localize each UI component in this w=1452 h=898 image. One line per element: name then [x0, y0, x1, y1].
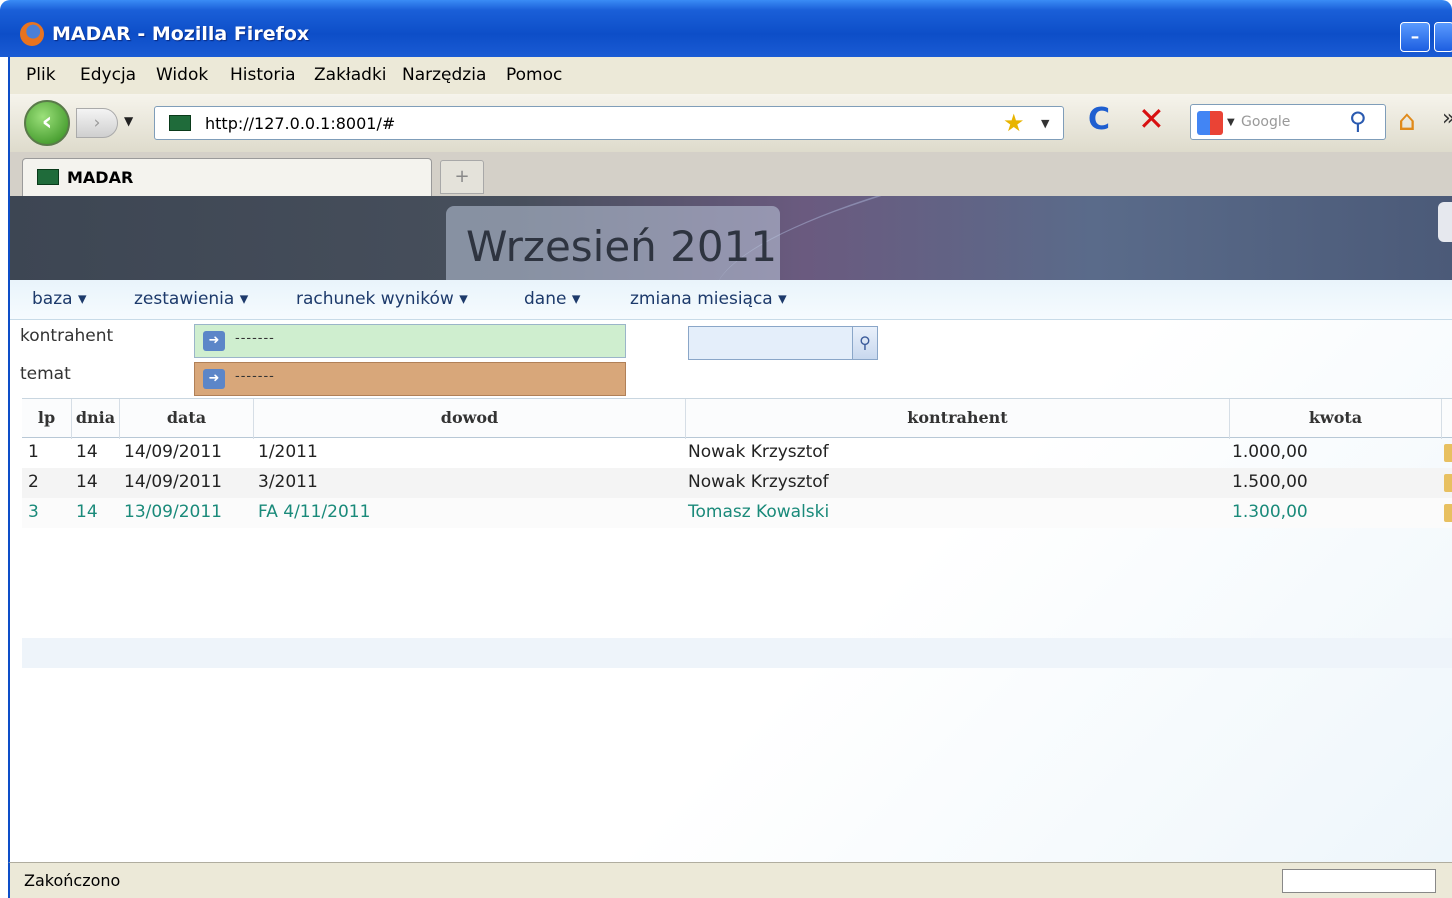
temat-label: temat: [20, 364, 71, 384]
cell-dowod: 1/2011: [258, 442, 318, 462]
new-tab-button[interactable]: +: [440, 160, 484, 194]
header-kontrahent[interactable]: kontrahent: [686, 399, 1230, 439]
temat-combo-value: -------: [235, 369, 275, 384]
bookmark-star-icon[interactable]: ★: [1003, 109, 1025, 137]
kontrahent-combo-value: -------: [235, 331, 275, 346]
menu-widok[interactable]: Widok: [156, 65, 208, 85]
firefox-icon: [20, 22, 44, 46]
app-menu-dane[interactable]: dane ▾: [524, 289, 580, 309]
menu-edycja[interactable]: Edycja: [80, 65, 136, 85]
banner-decoration: [700, 196, 1452, 280]
header-dnia[interactable]: dnia: [72, 399, 120, 439]
data-grid: lp dnia data dowod kontrahent kwota 1 14…: [22, 398, 1452, 862]
cell-lp: 3: [28, 502, 39, 522]
search-engine-dropdown-icon[interactable]: ▼: [1227, 117, 1235, 128]
forward-button[interactable]: ›: [76, 108, 118, 138]
window-title: MADAR - Mozilla Firefox: [52, 23, 310, 45]
row-edit-icon[interactable]: [1444, 504, 1452, 522]
search-input[interactable]: [688, 326, 854, 360]
combo-arrow-icon[interactable]: ➜: [203, 331, 225, 351]
status-bar: Zakończono: [8, 862, 1452, 898]
window-titlebar: MADAR - Mozilla Firefox –: [0, 0, 1452, 57]
history-dropdown-icon[interactable]: ▼: [124, 114, 133, 128]
back-button[interactable]: ‹: [24, 100, 70, 146]
kontrahent-combo[interactable]: ➜ -------: [194, 324, 626, 358]
cell-kwota: 1.500,00: [1232, 472, 1308, 492]
cell-dowod: 3/2011: [258, 472, 318, 492]
reload-icon[interactable]: C: [1088, 102, 1110, 137]
more-tools-icon[interactable]: »: [1442, 106, 1452, 131]
header-dowod[interactable]: dowod: [254, 399, 686, 439]
grid-empty-stripe: [22, 638, 1452, 668]
tab-label[interactable]: MADAR: [67, 168, 133, 187]
search-magnifier-icon[interactable]: ⚲: [1349, 107, 1367, 135]
banner-corner-tab: [1438, 202, 1452, 242]
grid-header: lp dnia data dowod kontrahent kwota: [22, 398, 1452, 439]
search-button-icon[interactable]: ⚲: [852, 326, 878, 360]
cell-data: 14/09/2011: [124, 472, 222, 492]
temat-combo[interactable]: ➜ -------: [194, 362, 626, 396]
minimize-button[interactable]: –: [1400, 22, 1430, 52]
url-text[interactable]: http://127.0.0.1:8001/#: [205, 114, 395, 133]
cell-data: 14/09/2011: [124, 442, 222, 462]
navigation-toolbar: ‹ › ▼ http://127.0.0.1:8001/# ★ ▼ C ✕ ▼ …: [8, 94, 1452, 152]
menu-narzedzia[interactable]: Narzędzia: [402, 65, 486, 85]
cell-dnia: 14: [76, 442, 98, 462]
cell-lp: 1: [28, 442, 39, 462]
tab-strip: MADAR +: [8, 152, 1452, 196]
menu-plik[interactable]: Plik: [26, 65, 56, 85]
search-engine-box[interactable]: ▼ Google ⚲: [1190, 104, 1386, 140]
table-row[interactable]: 1 14 14/09/2011 1/2011 Nowak Krzysztof 1…: [22, 438, 1452, 468]
row-edit-icon[interactable]: [1444, 474, 1452, 492]
cell-kontrahent: Tomasz Kowalski: [688, 502, 830, 522]
app-menu-baza[interactable]: baza ▾: [32, 289, 87, 309]
combo-arrow-icon[interactable]: ➜: [203, 369, 225, 389]
cell-data: 13/09/2011: [124, 502, 222, 522]
cell-kwota: 1.300,00: [1232, 502, 1308, 522]
header-data[interactable]: data: [120, 399, 254, 439]
cell-dowod: FA 4/11/2011: [258, 502, 371, 522]
cell-dnia: 14: [76, 502, 98, 522]
app-menu-rachunek-wynikow[interactable]: rachunek wyników ▾: [296, 289, 468, 309]
home-icon[interactable]: ⌂: [1398, 104, 1416, 137]
row-edit-icon[interactable]: [1444, 444, 1452, 462]
menu-historia[interactable]: Historia: [230, 65, 296, 85]
menu-pomoc[interactable]: Pomoc: [506, 65, 562, 85]
url-dropdown-icon[interactable]: ▼: [1041, 117, 1049, 130]
month-title: Wrzesień 2011: [466, 222, 778, 271]
site-favicon-icon: [169, 115, 191, 131]
header-lp[interactable]: lp: [22, 399, 72, 439]
cell-lp: 2: [28, 472, 39, 492]
url-bar[interactable]: http://127.0.0.1:8001/# ★ ▼: [154, 106, 1064, 140]
status-progress-box: [1282, 869, 1436, 893]
menu-bar: Plik Edycja Widok Historia Zakładki Narz…: [8, 57, 1452, 94]
table-row-selected[interactable]: 3 14 13/09/2011 FA 4/11/2011 Tomasz Kowa…: [22, 498, 1452, 528]
app-banner: Wrzesień 2011: [10, 196, 1452, 280]
table-row[interactable]: 2 14 14/09/2011 3/2011 Nowak Krzysztof 1…: [22, 468, 1452, 498]
app-content: Wrzesień 2011 baza ▾ zestawienia ▾ rachu…: [8, 196, 1452, 862]
app-menu-zmiana-miesiaca[interactable]: zmiana miesiąca ▾: [630, 289, 787, 309]
app-menu: baza ▾ zestawienia ▾ rachunek wyników ▾ …: [10, 280, 1452, 320]
cell-kontrahent: Nowak Krzysztof: [688, 472, 829, 492]
cell-kontrahent: Nowak Krzysztof: [688, 442, 829, 462]
tab-madar[interactable]: MADAR: [22, 158, 432, 196]
google-logo-icon[interactable]: [1197, 111, 1223, 135]
cell-dnia: 14: [76, 472, 98, 492]
maximize-button[interactable]: [1434, 22, 1452, 52]
app-menu-zestawienia[interactable]: zestawienia ▾: [134, 289, 248, 309]
cell-kwota: 1.000,00: [1232, 442, 1308, 462]
search-placeholder[interactable]: Google: [1241, 114, 1290, 130]
kontrahent-label: kontrahent: [20, 326, 114, 346]
status-text: Zakończono: [24, 871, 121, 890]
header-kwota[interactable]: kwota: [1230, 399, 1442, 439]
stop-icon[interactable]: ✕: [1138, 100, 1165, 138]
menu-zakladki[interactable]: Zakładki: [314, 65, 387, 85]
tab-favicon-icon: [37, 169, 59, 185]
